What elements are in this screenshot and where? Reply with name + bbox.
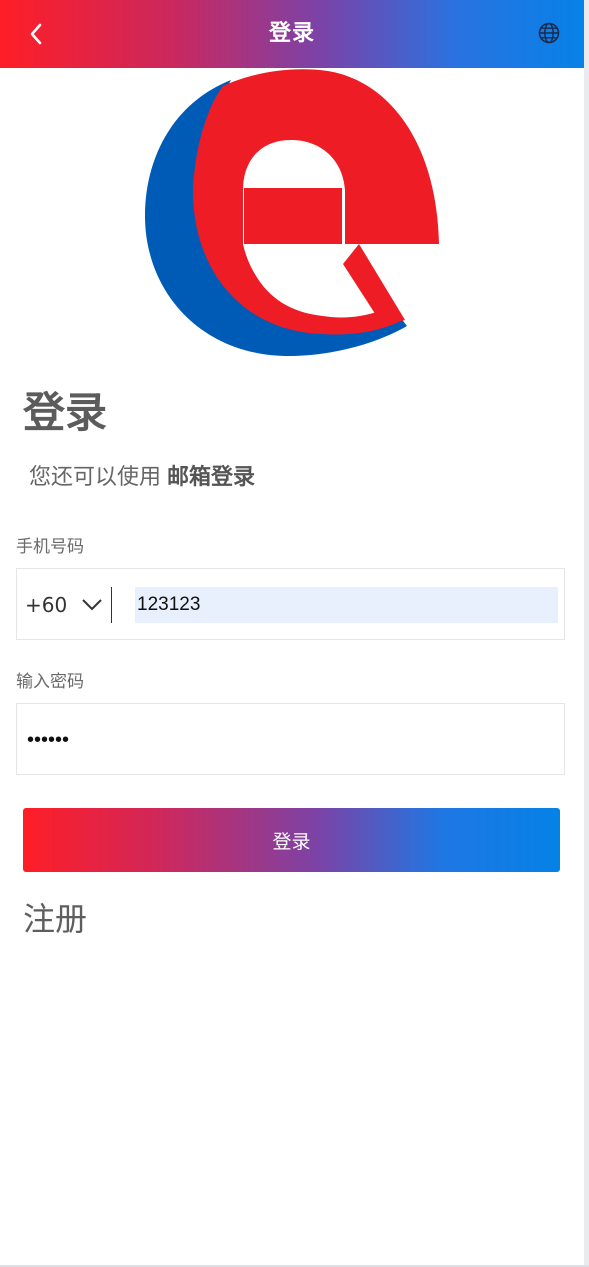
page-title: 登录 xyxy=(23,388,108,437)
register-link[interactable]: 注册 xyxy=(23,896,87,942)
language-button[interactable] xyxy=(536,20,562,46)
phone-label: 手机号码 xyxy=(16,537,84,557)
password-input[interactable] xyxy=(25,722,545,758)
alt-login-hint: 您还可以使用 邮箱登录 xyxy=(29,460,255,496)
login-screen: 登录 登录 您还可以使用 邮箱登录 手机号码 +60 123123 输入密码 登… xyxy=(0,0,584,1265)
phone-input[interactable] xyxy=(135,587,558,623)
chevron-down-icon xyxy=(82,599,102,611)
login-button[interactable]: 登录 xyxy=(23,808,560,872)
globe-icon xyxy=(538,22,560,44)
alt-login-prefix: 您还可以使用 xyxy=(29,465,162,490)
app-header: 登录 xyxy=(0,0,584,68)
password-field xyxy=(16,703,565,775)
brand-logo xyxy=(143,68,441,360)
password-label: 输入密码 xyxy=(16,672,84,692)
email-login-link[interactable]: 邮箱登录 xyxy=(167,465,255,490)
scrollbar-track xyxy=(584,0,589,1267)
header-title: 登录 xyxy=(268,21,315,46)
phone-field: +60 xyxy=(16,568,565,640)
field-divider xyxy=(111,587,112,623)
country-code-value: +60 xyxy=(25,593,68,617)
country-code-select[interactable]: +60 xyxy=(25,569,103,641)
